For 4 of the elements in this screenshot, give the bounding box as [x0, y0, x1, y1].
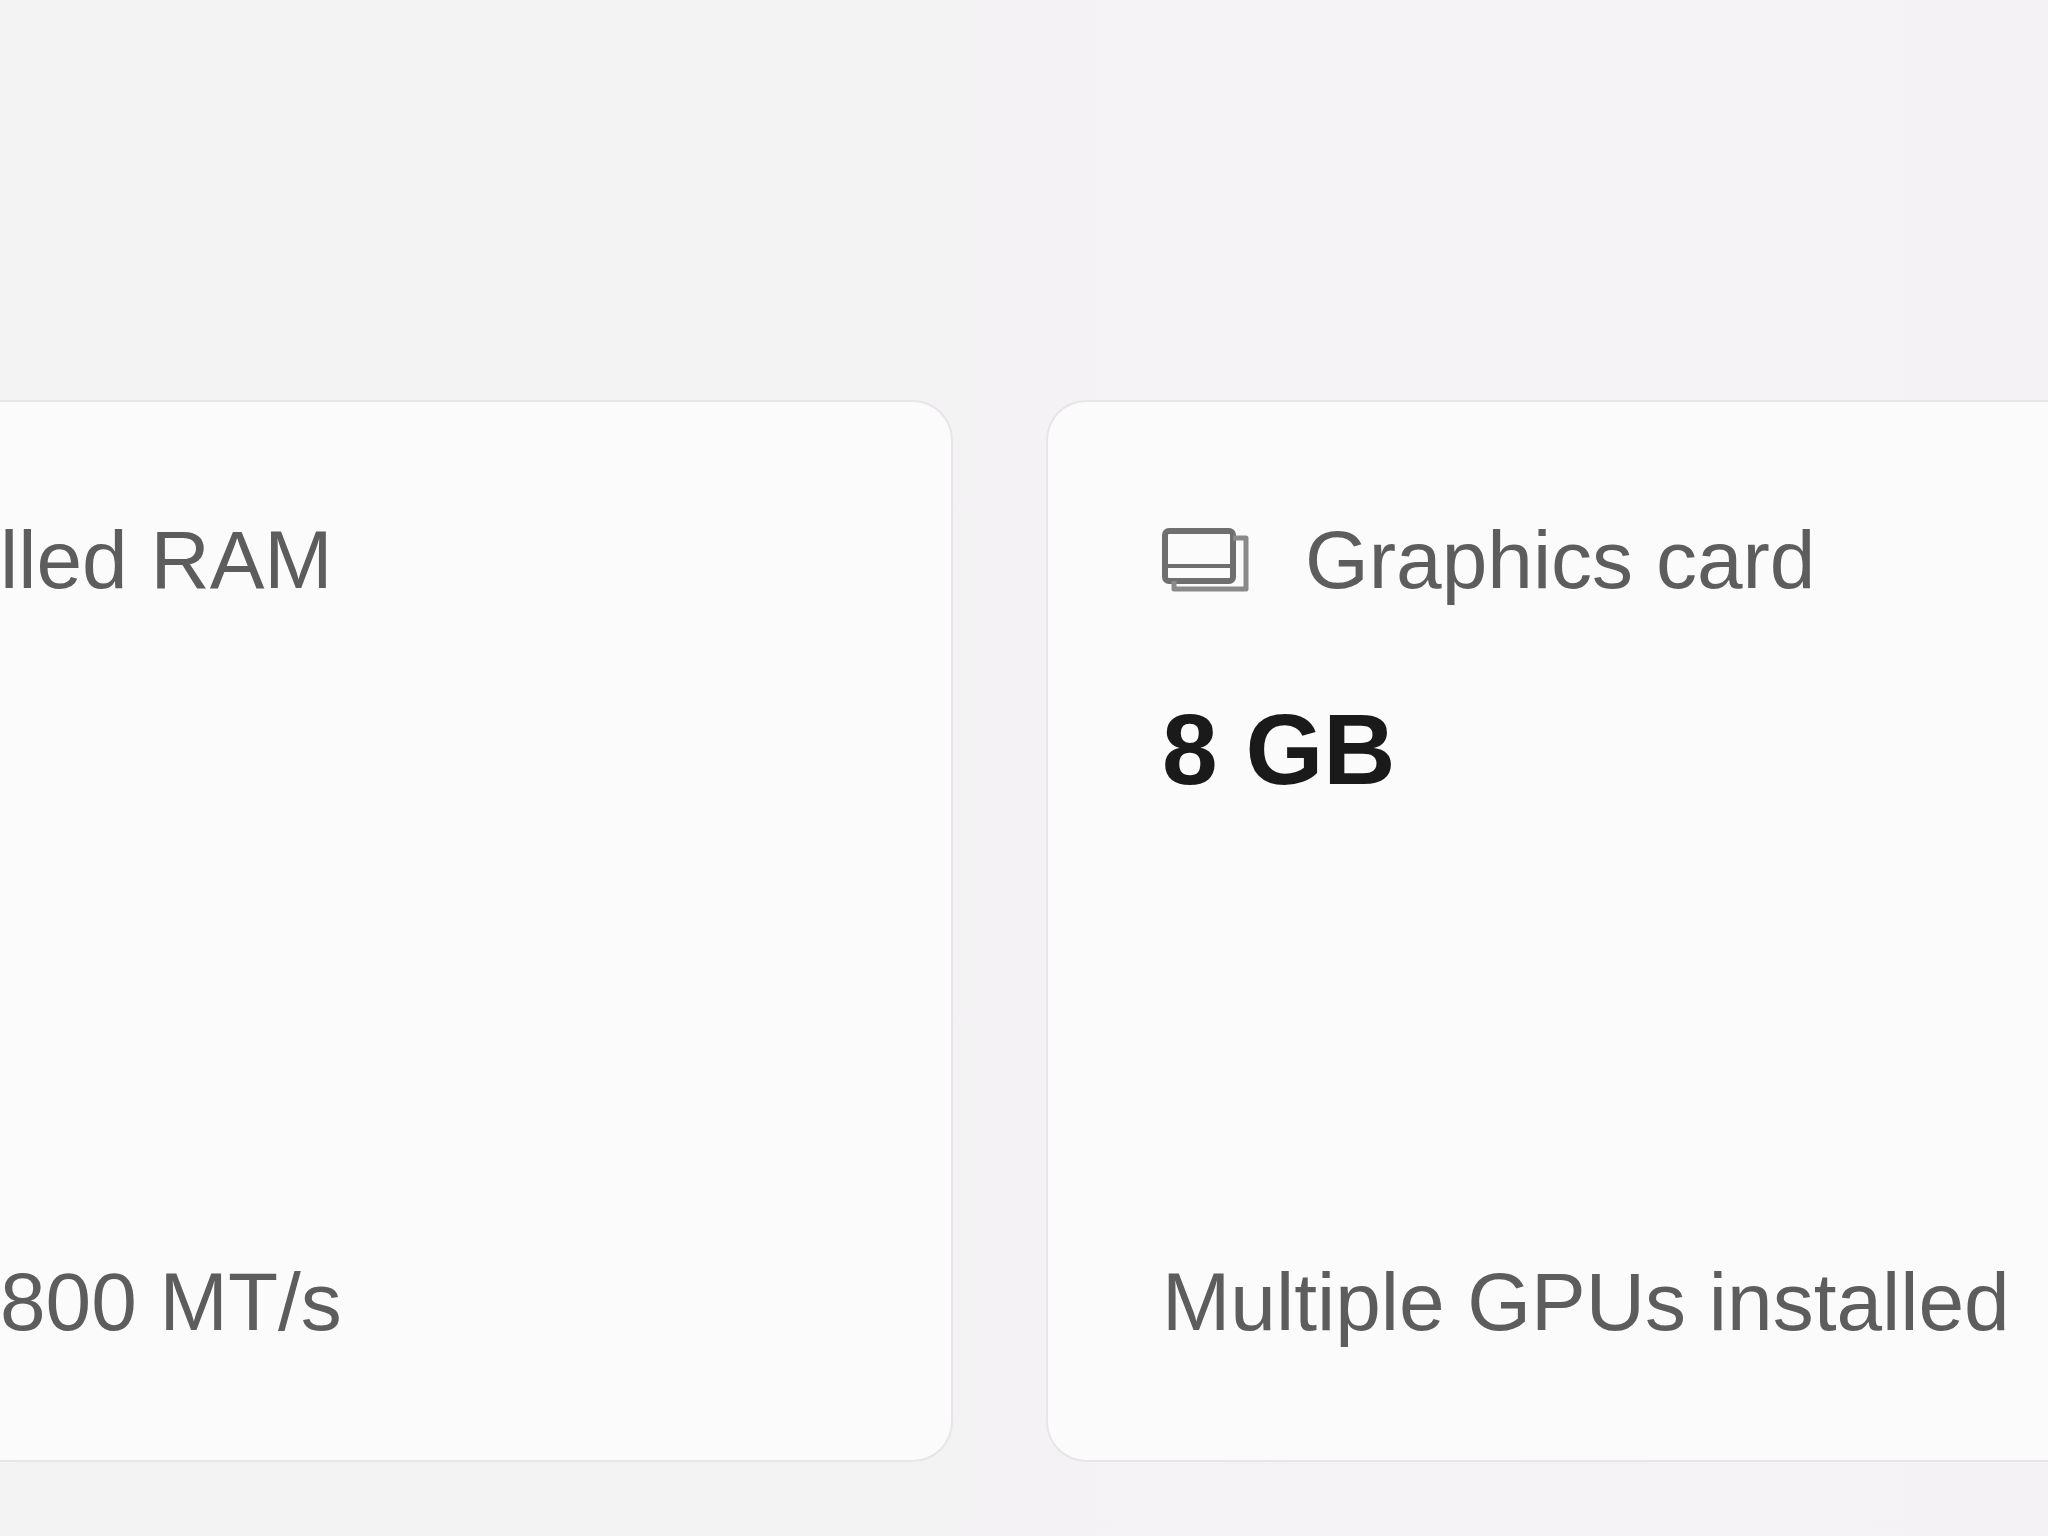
card-label: lled RAM	[0, 519, 333, 601]
graphics-card-icon	[1162, 527, 1250, 593]
card-value: 8 GB	[1162, 699, 1397, 799]
card-detail: 800 MT/s	[0, 1261, 343, 1343]
